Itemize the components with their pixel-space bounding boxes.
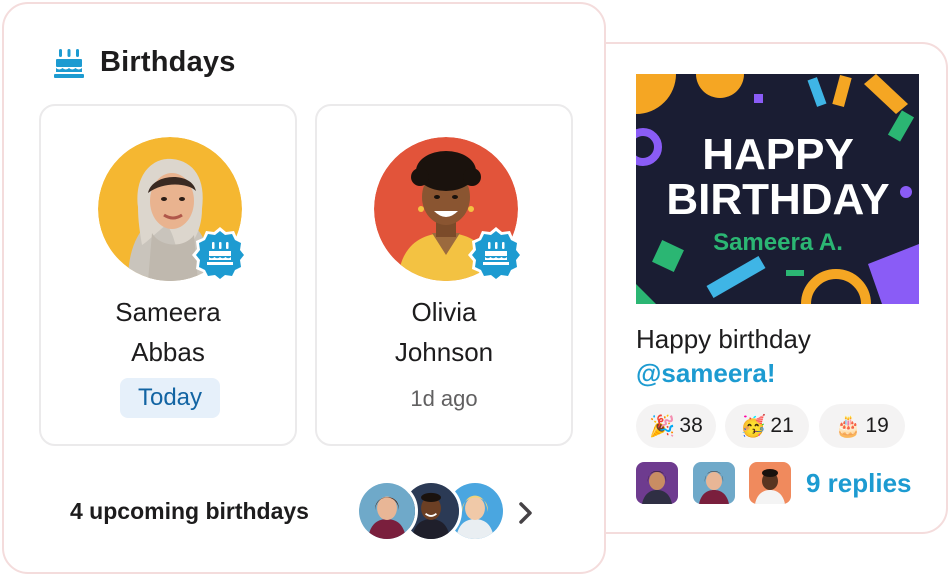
birthday-badge-icon	[468, 227, 524, 281]
replies-link[interactable]: 9 replies	[806, 468, 912, 499]
reaction-count: 38	[679, 414, 703, 437]
reaction-count: 19	[865, 414, 889, 437]
reply-avatar-image	[636, 462, 678, 504]
message-body: Happy birthday @sameera!	[636, 322, 811, 390]
reply-avatar-image	[693, 462, 735, 504]
status-badge: Today	[120, 378, 220, 418]
upcoming-birthdays-link[interactable]: 4 upcoming birthdays	[70, 498, 309, 525]
reaction-count: 21	[770, 414, 794, 437]
reply-avatar[interactable]	[636, 462, 678, 504]
first-name: Olivia	[411, 297, 477, 327]
birthday-card-sameera[interactable]: Sameera Abbas Today	[39, 104, 297, 446]
status-text: 1d ago	[410, 386, 478, 411]
reply-avatar-image	[749, 462, 791, 504]
upcoming-avatar[interactable]	[356, 480, 418, 542]
banner-line-3: Sameera A.	[713, 229, 843, 256]
reaction-party-popper[interactable]: 🎉 38	[636, 404, 716, 448]
birthday-cake-icon: 🎂	[835, 413, 862, 438]
person-name: Sameera Abbas	[41, 292, 295, 372]
birthday-message-panel: HAPPY BIRTHDAY Sameera A. Happy birthday…	[578, 42, 948, 534]
confetti-graphic: HAPPY BIRTHDAY Sameera A.	[636, 74, 919, 304]
chevron-right-icon[interactable]	[515, 498, 537, 528]
avatar-wrap	[374, 137, 524, 281]
birthdays-title: Birthdays	[100, 46, 236, 78]
birthdays-panel: Birthdays Sameera Abbas Today Olivia Joh…	[2, 2, 606, 574]
person-name: Olivia Johnson	[317, 292, 571, 372]
upcoming-avatar-image	[359, 483, 415, 539]
avatar-wrap	[98, 137, 248, 281]
partying-face-icon: 🥳	[740, 413, 767, 438]
reply-avatar[interactable]	[693, 462, 735, 504]
banner-line-1: HAPPY	[702, 130, 854, 179]
last-name: Johnson	[394, 337, 494, 367]
banner-line-2: BIRTHDAY	[666, 175, 889, 224]
user-mention[interactable]: @sameera!	[636, 356, 811, 390]
reaction-partying-face[interactable]: 🥳 21	[725, 404, 809, 448]
message-text: Happy birthday	[636, 324, 811, 354]
last-name: Abbas	[131, 337, 205, 367]
cake-icon	[54, 48, 84, 78]
birthday-card-olivia[interactable]: Olivia Johnson 1d ago	[315, 104, 573, 446]
reaction-birthday-cake[interactable]: 🎂 19	[819, 404, 905, 448]
first-name: Sameera	[115, 297, 221, 327]
party-popper-icon: 🎉	[649, 413, 676, 438]
birthday-banner-image: HAPPY BIRTHDAY Sameera A.	[636, 74, 919, 304]
birthdays-header: Birthdays	[54, 46, 236, 79]
reply-avatar[interactable]	[749, 462, 791, 504]
birthday-badge-icon	[192, 227, 248, 281]
